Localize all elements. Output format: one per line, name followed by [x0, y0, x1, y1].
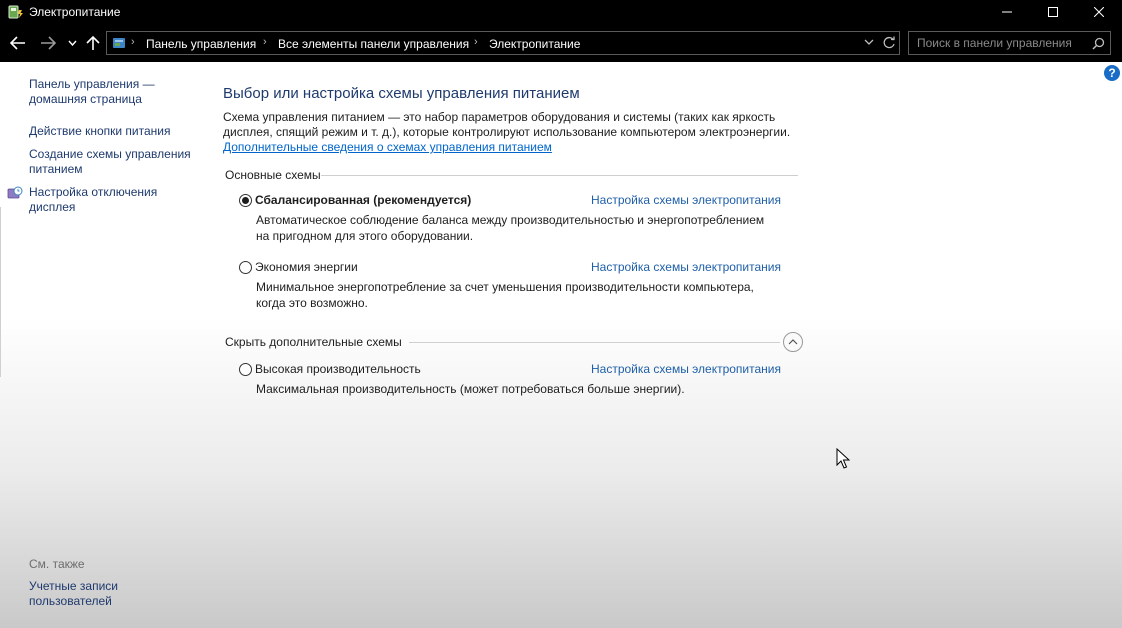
- plan-description-line: Минимальное энергопотребление за счет ум…: [256, 280, 754, 294]
- chevron-down-icon: [67, 40, 77, 46]
- sidebar-item-label: дисплея: [29, 200, 76, 214]
- page-description: Схема управления питанием — это набор па…: [223, 110, 823, 140]
- page-title: Выбор или настройка схемы управления пит…: [223, 85, 580, 102]
- search-input[interactable]: [917, 35, 1087, 51]
- breadcrumb-all-items[interactable]: Все элементы панели управления: [278, 37, 469, 51]
- minimize-button[interactable]: [984, 0, 1030, 24]
- control-panel-icon: [113, 38, 125, 48]
- breadcrumb-control-panel[interactable]: Панель управления: [146, 37, 256, 51]
- minimize-icon: [1002, 11, 1012, 13]
- sidebar-item-label: пользователей: [29, 594, 112, 608]
- sidebar-item-display-off[interactable]: Настройка отключения дисплея: [29, 185, 157, 215]
- power-options-icon: [8, 5, 23, 19]
- group-divider: [321, 175, 798, 176]
- description-line: дисплея, спящий режим и т. д.), которые …: [223, 125, 791, 139]
- chevron-up-icon: [788, 339, 798, 345]
- see-also-heading: См. также: [29, 557, 85, 571]
- sidebar-item-label: Панель управления —: [29, 77, 155, 91]
- back-button[interactable]: [9, 35, 27, 51]
- breadcrumb-power-options[interactable]: Электропитание: [489, 37, 580, 51]
- arrow-right-icon: [41, 36, 56, 50]
- clock-monitor-icon: [7, 186, 23, 199]
- up-button[interactable]: [85, 35, 101, 51]
- sidebar-item-label: Действие кнопки питания: [29, 124, 171, 138]
- sidebar-item-label: Создание схемы управления: [29, 147, 191, 161]
- window-title: Электропитание: [29, 5, 121, 19]
- maximize-icon: [1048, 7, 1058, 17]
- forward-button[interactable]: [39, 35, 57, 51]
- group-divider: [409, 342, 780, 343]
- group-header-basic: Основные схемы: [225, 168, 321, 182]
- search-box[interactable]: [908, 31, 1111, 55]
- refresh-icon[interactable]: [882, 36, 896, 50]
- breadcrumb-separator-icon: ›: [263, 36, 267, 48]
- sidebar-item-user-accounts[interactable]: Учетные записи пользователей: [29, 579, 118, 609]
- sidebar-item-label: питанием: [29, 162, 83, 176]
- plan-description-line: Автоматическое соблюдение баланса между …: [256, 213, 765, 227]
- plan-description-line: Максимальная производительность (может п…: [256, 382, 685, 396]
- plan-description-line: когда это возможно.: [256, 296, 368, 310]
- chevron-down-icon[interactable]: [864, 39, 874, 46]
- plan-name-power-saver[interactable]: Экономия энергии: [255, 260, 358, 274]
- sidebar-item-label: домашняя страница: [29, 92, 142, 106]
- mouse-cursor-icon: [836, 448, 850, 469]
- title-bar: Электропитание: [0, 0, 1122, 24]
- more-info-link[interactable]: Дополнительные сведения о схемах управле…: [223, 140, 552, 154]
- recent-locations-button[interactable]: [66, 35, 78, 51]
- breadcrumb-separator-icon: ›: [131, 36, 135, 48]
- sidebar-item-create-plan[interactable]: Создание схемы управления питанием: [29, 147, 191, 177]
- sidebar-divider: [0, 207, 1, 377]
- sidebar-item-label: Настройка отключения: [29, 185, 158, 199]
- sidebar-item-power-buttons[interactable]: Действие кнопки питания: [29, 124, 171, 139]
- group-header-additional[interactable]: Скрыть дополнительные схемы: [225, 335, 402, 349]
- description-line: Схема управления питанием — это набор па…: [223, 110, 776, 124]
- plan-description-power-saver: Минимальное энергопотребление за счет ум…: [256, 279, 796, 311]
- collapse-button[interactable]: [783, 332, 803, 352]
- close-icon: [1094, 7, 1104, 17]
- close-button[interactable]: [1076, 0, 1122, 24]
- plan-radio-balanced[interactable]: [239, 194, 252, 207]
- maximize-button[interactable]: [1030, 0, 1076, 24]
- search-icon[interactable]: [1092, 37, 1105, 50]
- sidebar-item-home[interactable]: Панель управления — домашняя страница: [29, 77, 155, 107]
- content-area: ? Панель управления — домашняя страница …: [0, 62, 1122, 628]
- plan-settings-link-power-saver[interactable]: Настройка схемы электропитания: [591, 260, 781, 274]
- arrow-left-icon: [10, 36, 25, 50]
- plan-settings-link-high-performance[interactable]: Настройка схемы электропитания: [591, 362, 781, 376]
- plan-name-high-performance[interactable]: Высокая производительность: [255, 362, 421, 376]
- address-bar[interactable]: › Панель управления › Все элементы панел…: [106, 31, 900, 55]
- plan-radio-high-performance[interactable]: [239, 363, 252, 376]
- breadcrumb-separator-icon: ›: [474, 36, 478, 48]
- plan-description-line: на пригодном для этого оборудовании.: [256, 229, 474, 243]
- plan-description-balanced: Автоматическое соблюдение баланса между …: [256, 212, 796, 244]
- plan-radio-power-saver[interactable]: [239, 261, 252, 274]
- plan-settings-link-balanced[interactable]: Настройка схемы электропитания: [591, 193, 781, 207]
- navigation-bar: › Панель управления › Все элементы панел…: [0, 24, 1122, 62]
- plan-name-balanced[interactable]: Сбалансированная (рекомендуется): [255, 193, 471, 207]
- arrow-up-icon: [86, 35, 100, 50]
- help-icon[interactable]: ?: [1104, 65, 1120, 81]
- sidebar-item-label: Учетные записи: [29, 579, 118, 593]
- plan-description-high-performance: Максимальная производительность (может п…: [256, 381, 796, 397]
